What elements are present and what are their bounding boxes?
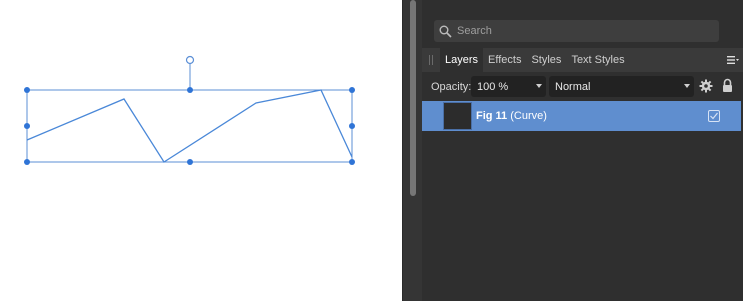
tab-effects[interactable]: Effects [483,48,526,72]
canvas-drawing [24,55,355,165]
chevron-down-icon [536,84,542,88]
opacity-dropdown[interactable]: 100 % [471,76,546,97]
opacity-label: Opacity: [431,81,472,93]
layer-type: (Curve) [510,110,547,122]
layer-thumbnail [443,102,472,130]
scrollbar-thumb[interactable] [410,0,416,196]
opacity-value: 100 % [477,80,509,93]
layer-controls: Opacity: 100 % Normal [422,76,743,98]
resize-handle-bottom-left[interactable] [24,159,30,165]
checkmark-icon [710,112,718,120]
canvas-vertical-scrollbar[interactable] [402,0,422,301]
resize-handle-top-left[interactable] [24,87,30,93]
lock-icon[interactable] [722,78,733,93]
selection-bounding-box [26,89,353,163]
resize-handle-bottom-middle[interactable] [187,159,193,165]
search-placeholder: Search [457,25,492,37]
panel-grip-handle[interactable] [422,48,440,72]
layer-row[interactable]: Fig 11 (Curve) [422,101,741,131]
document-canvas[interactable] [0,0,402,301]
search-icon [439,25,452,38]
resize-handle-bottom-right[interactable] [349,159,355,165]
panel-menu-icon[interactable] [723,48,743,72]
layer-name: Fig 11 [476,110,508,122]
tab-styles[interactable]: Styles [526,48,566,72]
curve-fig-11[interactable] [26,89,353,163]
blend-mode-dropdown[interactable]: Normal [549,76,694,97]
resize-handle-top-right[interactable] [349,87,355,93]
gear-icon[interactable] [699,79,713,93]
panel-tab-bar: Layers Effects Styles Text Styles [422,48,743,72]
rotation-handle[interactable] [185,55,195,65]
resize-handle-middle-left[interactable] [24,123,30,129]
resize-handle-top-middle[interactable] [187,87,193,93]
layers-panel: Search Layers Effects Styles Text Styles… [422,0,743,301]
blend-mode-value: Normal [555,80,591,93]
resize-handle-middle-right[interactable] [349,123,355,129]
tab-layers[interactable]: Layers [440,48,484,72]
tab-text-styles[interactable]: Text Styles [566,48,629,72]
chevron-down-icon [684,84,690,88]
layer-label: Fig 11 (Curve) [476,110,547,122]
search-field[interactable]: Search [434,20,719,42]
visibility-checkbox[interactable] [708,110,720,122]
